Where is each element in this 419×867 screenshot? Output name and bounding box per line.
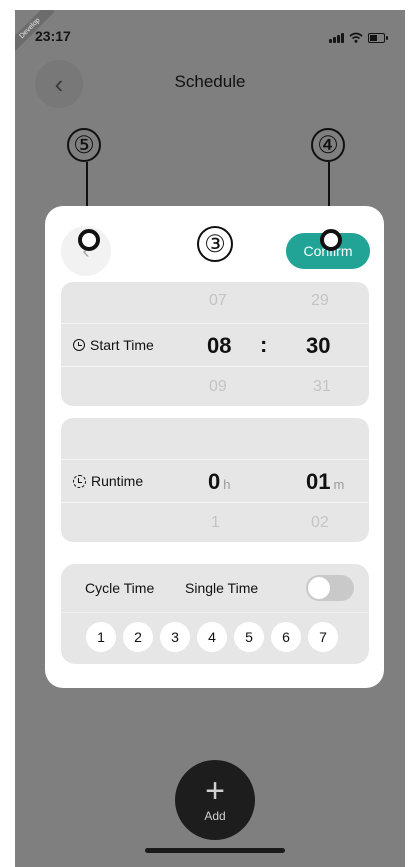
minutes-unit: m: [333, 477, 345, 492]
start-time-selected-row: Start Time 08 : 30: [61, 323, 369, 367]
wifi-icon: [349, 32, 363, 43]
runtime-picker[interactable]: Runtime 0h 01 m 1 02: [61, 418, 369, 542]
plus-icon: +: [205, 772, 225, 810]
start-minute-next: 31: [313, 378, 331, 395]
battery-icon: [368, 32, 388, 43]
runtime-minutes-value[interactable]: 01 m: [306, 469, 344, 495]
day-chip-3[interactable]: 3: [160, 622, 190, 652]
cycle-time-label: Cycle Time: [85, 580, 155, 596]
signal-icon: [329, 32, 344, 43]
callout-title: ③: [197, 226, 233, 262]
single-time-toggle[interactable]: [306, 575, 354, 601]
callout-confirm: ④: [311, 128, 345, 162]
schedule-dialog: ‹ ③ Confirm 07 29 Start Time 08 : 30 09 …: [45, 206, 384, 688]
status-time: 23:17: [35, 28, 71, 44]
start-minute-value[interactable]: 30: [306, 333, 330, 359]
timer-icon: [73, 474, 86, 488]
cycle-panel: Cycle Time Single Time 1234567: [61, 564, 369, 664]
runtime-minutes-next: 02: [311, 514, 329, 531]
runtime-hours-value[interactable]: 0h: [208, 469, 230, 495]
day-chip-1[interactable]: 1: [86, 622, 116, 652]
start-hour-next: 09: [209, 378, 227, 395]
runtime-selected-row: Runtime 0h 01 m: [61, 459, 369, 503]
callout-confirm-marker: [320, 229, 342, 251]
phone-screen: Develop 23:17 ‹ Schedule ⑤ ④ ‹ ③ Confirm…: [15, 10, 405, 867]
page-title: Schedule: [174, 72, 246, 91]
home-indicator: [145, 848, 285, 853]
day-chip-5[interactable]: 5: [234, 622, 264, 652]
runtime-hours-next: 1: [211, 514, 220, 531]
single-time-label: Single Time: [185, 580, 259, 596]
start-minute-prev: 29: [311, 292, 329, 309]
time-separator: :: [260, 332, 268, 357]
day-selector: 1234567: [86, 622, 338, 652]
start-hour-value[interactable]: 08: [207, 333, 231, 359]
day-chip-2[interactable]: 2: [123, 622, 153, 652]
callout-back: ⑤: [67, 128, 101, 162]
callout-back-marker: [78, 229, 100, 251]
day-chip-6[interactable]: 6: [271, 622, 301, 652]
start-time-picker[interactable]: 07 29 Start Time 08 : 30 09 31: [61, 282, 369, 406]
day-chip-4[interactable]: 4: [197, 622, 227, 652]
start-hour-prev: 07: [209, 292, 227, 309]
divider: [61, 612, 369, 613]
start-time-label: Start Time: [73, 337, 154, 353]
runtime-label: Runtime: [73, 473, 143, 489]
day-chip-7[interactable]: 7: [308, 622, 338, 652]
clock-icon: [73, 339, 85, 351]
add-label: Add: [204, 809, 226, 823]
add-button[interactable]: + Add: [175, 760, 255, 840]
status-icons: [329, 32, 388, 43]
hours-unit: h: [223, 477, 231, 492]
